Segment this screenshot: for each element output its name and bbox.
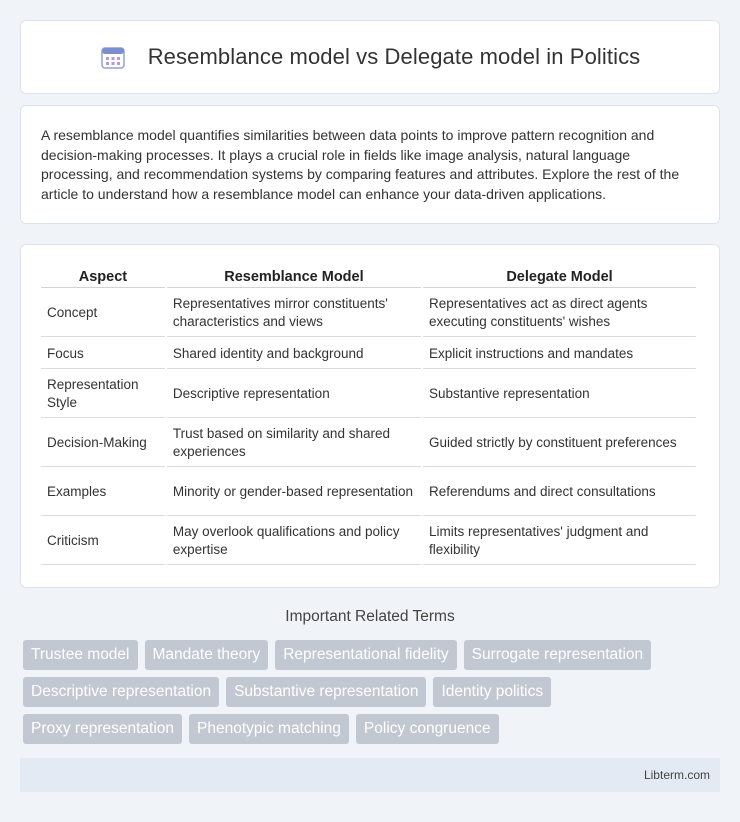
page-title: Resemblance model vs Delegate model in P… xyxy=(147,44,641,69)
cell-resemblance: Trust based on similarity and shared exp… xyxy=(166,420,421,467)
cell-delegate: Explicit instructions and mandates xyxy=(422,339,696,369)
cell-delegate: Limits representatives' judgment and fle… xyxy=(422,518,696,565)
footer: Libterm.com xyxy=(20,758,720,792)
title-card: Resemblance model vs Delegate model in P… xyxy=(20,20,720,94)
cell-resemblance: May overlook qualifications and policy e… xyxy=(166,518,421,565)
intro-text: A resemblance model quantifies similarit… xyxy=(41,127,680,202)
cell-aspect: Criticism xyxy=(41,518,165,565)
comparison-table: Aspect Resemblance Model Delegate Model … xyxy=(39,263,698,567)
cell-resemblance: Minority or gender-based representation xyxy=(166,469,421,516)
table-row: Representation Style Descriptive represe… xyxy=(41,371,696,418)
tag-row: Descriptive representation Substantive r… xyxy=(23,677,723,707)
tag-proxy-representation[interactable]: Proxy representation xyxy=(23,714,183,744)
cell-aspect: Decision-Making xyxy=(41,420,165,467)
header-resemblance-model: Resemblance Model xyxy=(166,265,421,288)
table-row: Decision-Making Trust based on similarit… xyxy=(41,420,696,467)
cell-aspect: Concept xyxy=(41,290,165,337)
table-row: Examples Minority or gender-based repres… xyxy=(41,469,696,516)
tag-identity-politics[interactable]: Identity politics xyxy=(433,677,552,707)
tag-policy-congruence[interactable]: Policy congruence xyxy=(355,714,499,744)
cell-resemblance: Descriptive representation xyxy=(166,371,421,418)
cell-delegate: Guided strictly by constituent preferenc… xyxy=(422,420,696,467)
related-terms-title: Important Related Terms xyxy=(285,608,455,625)
tag-phenotypic-matching[interactable]: Phenotypic matching xyxy=(189,714,349,744)
table-row: Concept Representatives mirror constitue… xyxy=(41,290,696,337)
table-row: Focus Shared identity and background Exp… xyxy=(41,339,696,369)
tag-trustee-model[interactable]: Trustee model xyxy=(23,640,138,670)
cell-resemblance: Shared identity and background xyxy=(166,339,421,369)
header-delegate-model: Delegate Model xyxy=(422,265,696,288)
tag-representational-fidelity[interactable]: Representational fidelity xyxy=(275,640,457,670)
related-terms-tags: Trustee model Mandate theory Representat… xyxy=(23,640,723,751)
cell-aspect: Focus xyxy=(41,339,165,369)
tag-descriptive-representation[interactable]: Descriptive representation xyxy=(23,677,220,707)
cell-delegate: Representatives act as direct agents exe… xyxy=(422,290,696,337)
cell-aspect: Representation Style xyxy=(41,371,165,418)
footer-brand-link[interactable]: Libterm.com xyxy=(644,768,710,782)
header-aspect: Aspect xyxy=(41,265,165,288)
table-row: Criticism May overlook qualifications an… xyxy=(41,518,696,565)
tag-substantive-representation[interactable]: Substantive representation xyxy=(226,677,427,707)
table-header-row: Aspect Resemblance Model Delegate Model xyxy=(41,265,696,288)
cell-aspect: Examples xyxy=(41,469,165,516)
cell-delegate: Referendums and direct consultations xyxy=(422,469,696,516)
tag-row: Trustee model Mandate theory Representat… xyxy=(23,640,723,670)
cell-resemblance: Representatives mirror constituents' cha… xyxy=(166,290,421,337)
cell-delegate: Substantive representation xyxy=(422,371,696,418)
comparison-table-card: Aspect Resemblance Model Delegate Model … xyxy=(20,244,720,588)
calendar-icon xyxy=(100,47,125,69)
tag-mandate-theory[interactable]: Mandate theory xyxy=(144,640,269,670)
intro-card: A resemblance model quantifies similarit… xyxy=(20,105,720,224)
tag-surrogate-representation[interactable]: Surrogate representation xyxy=(463,640,652,670)
tag-row: Proxy representation Phenotypic matching… xyxy=(23,714,723,744)
